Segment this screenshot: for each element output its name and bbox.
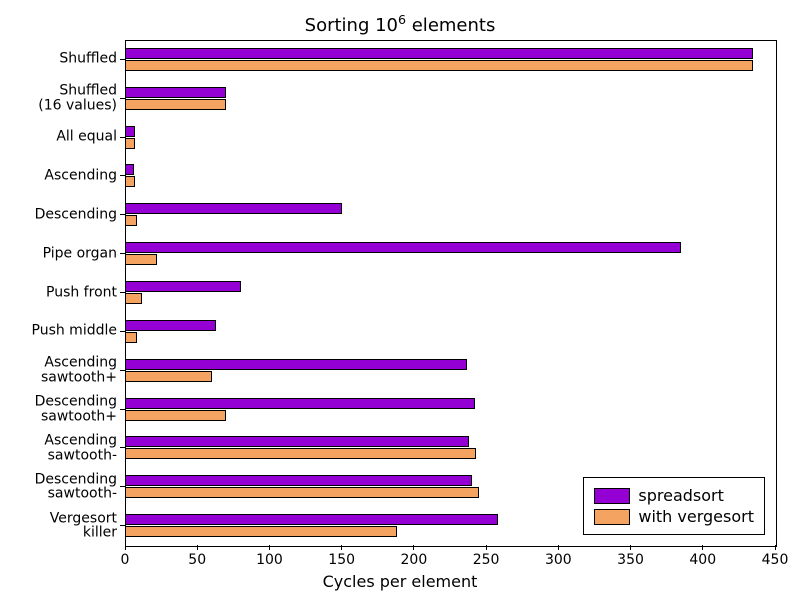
bar-vergesort — [125, 332, 137, 343]
bar-spreadsort — [125, 320, 216, 331]
x-tick-label: 400 — [689, 552, 716, 568]
bar-vergesort — [125, 60, 753, 71]
x-tick-mark — [341, 545, 342, 550]
bar-spreadsort — [125, 164, 134, 175]
bar-vergesort — [125, 176, 135, 187]
legend-item-spreadsort: spreadsort — [594, 486, 754, 505]
bar-vergesort — [125, 293, 142, 304]
y-tick-label: Pipe organ — [43, 246, 117, 261]
x-tick-label: 350 — [617, 552, 644, 568]
x-tick-mark — [630, 545, 631, 550]
chart-container: Sorting 106 elements Cycles per element … — [0, 0, 800, 597]
y-tick-label: Ascending — [44, 169, 117, 184]
x-tick-mark — [486, 545, 487, 550]
x-tick-label: 100 — [256, 552, 283, 568]
x-tick-mark — [558, 545, 559, 550]
y-tick-label: Descendingsawtooth+ — [35, 394, 117, 423]
x-tick-mark — [702, 545, 703, 550]
x-tick-label: 450 — [762, 552, 789, 568]
bar-vergesort — [125, 138, 135, 149]
x-axis-label: Cycles per element — [0, 572, 800, 591]
bar-spreadsort — [125, 359, 467, 370]
bar-spreadsort — [125, 126, 135, 137]
legend-label: spreadsort — [638, 486, 724, 505]
x-tick-label: 150 — [328, 552, 355, 568]
bar-vergesort — [125, 254, 157, 265]
bar-vergesort — [125, 526, 397, 537]
legend: spreadsort with vergesort — [583, 477, 765, 535]
bar-vergesort — [125, 99, 226, 110]
y-tick-label: Shuffled — [59, 52, 117, 67]
bar-spreadsort — [125, 475, 472, 486]
x-tick-mark — [775, 545, 776, 550]
bar-spreadsort — [125, 203, 342, 214]
x-tick-label: 50 — [188, 552, 206, 568]
y-tick-label: Ascendingsawtooth- — [44, 433, 117, 462]
x-tick-label: 0 — [121, 552, 130, 568]
bar-spreadsort — [125, 281, 241, 292]
y-tick-label: Descendingsawtooth- — [35, 472, 117, 501]
y-tick-label: Push front — [46, 285, 117, 300]
x-tick-mark — [197, 545, 198, 550]
chart-title: Sorting 106 elements — [0, 12, 800, 36]
y-tick-label: Push middle — [32, 324, 118, 339]
x-tick-label: 200 — [401, 552, 428, 568]
bar-spreadsort — [125, 242, 681, 253]
y-tick-label: Vergesortkiller — [50, 511, 117, 540]
legend-label: with vergesort — [638, 507, 754, 526]
x-tick-mark — [125, 545, 126, 550]
x-tick-label: 250 — [473, 552, 500, 568]
y-tick-label: Descending — [35, 207, 117, 222]
y-tick-label: Ascendingsawtooth+ — [41, 356, 117, 385]
plot-area — [125, 40, 777, 547]
x-tick-label: 300 — [545, 552, 572, 568]
y-tick-label: Shuffled(16 values) — [38, 84, 117, 113]
bar-spreadsort — [125, 514, 498, 525]
y-tick-label: All equal — [56, 130, 117, 145]
legend-swatch-icon — [594, 488, 630, 504]
bar-spreadsort — [125, 398, 475, 409]
x-tick-mark — [269, 545, 270, 550]
bar-vergesort — [125, 410, 226, 421]
bar-spreadsort — [125, 87, 226, 98]
legend-item-vergesort: with vergesort — [594, 507, 754, 526]
legend-swatch-icon — [594, 509, 630, 525]
bar-vergesort — [125, 371, 212, 382]
bar-vergesort — [125, 487, 479, 498]
bar-spreadsort — [125, 48, 753, 59]
bar-vergesort — [125, 215, 137, 226]
bar-vergesort — [125, 448, 476, 459]
bar-spreadsort — [125, 436, 469, 447]
x-tick-mark — [413, 545, 414, 550]
